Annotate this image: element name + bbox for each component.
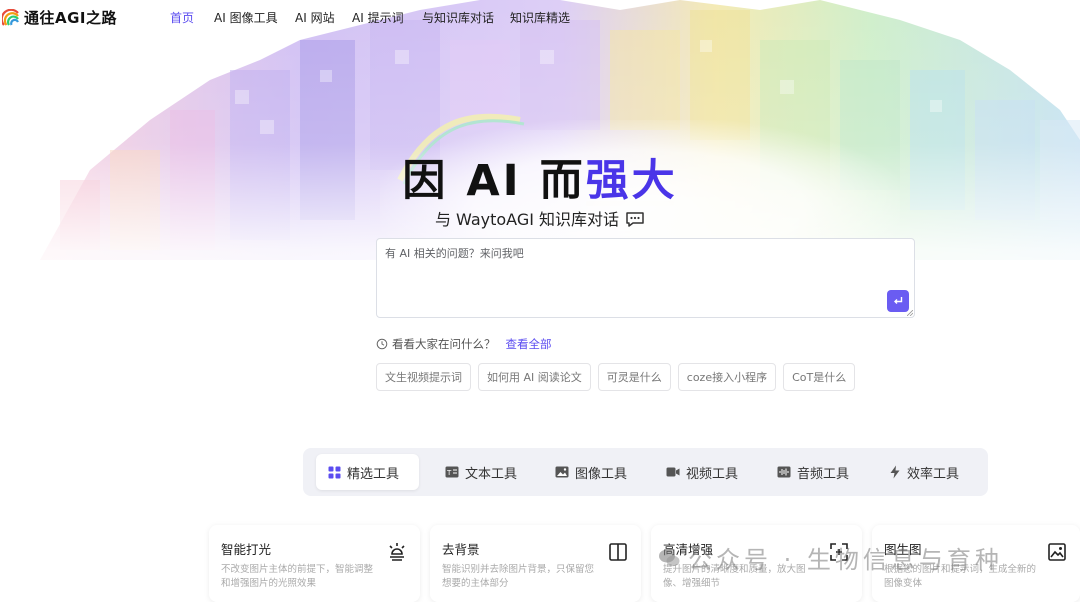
tab-label: 图像工具 [575, 466, 628, 482]
logo-text: 通往AGI之路 [24, 9, 118, 27]
suggestion-chip[interactable]: 可灵是什么 [597, 363, 671, 391]
wechat-icon [659, 549, 680, 566]
question-input[interactable] [377, 239, 914, 317]
tab-text-tools[interactable]: T 文本工具 [433, 454, 529, 490]
hero-headline: 因 AI 而强大 [0, 146, 1080, 208]
watermark: 公众号 · 生物信息与育种 [658, 540, 1003, 575]
popular-label: 看看大家在问什么？ [392, 337, 496, 351]
resize-handle-icon[interactable] [907, 310, 913, 316]
tab-audio-tools[interactable]: 音频工具 [765, 454, 861, 490]
suggestion-chip[interactable]: 文生视频提示词 [376, 363, 471, 391]
split-icon [609, 543, 627, 561]
rainbow-icon [2, 8, 19, 26]
lamp-icon [389, 543, 405, 561]
text-icon: T [445, 466, 459, 478]
headline-main: 因 AI 而 [402, 156, 586, 206]
tool-card-remove-bg[interactable]: 去背景 智能识别并去除图片背景，只保留您想要的主体部分 [430, 525, 641, 602]
tab-label: 精选工具 [347, 466, 400, 482]
video-icon [666, 467, 680, 477]
tab-video-tools[interactable]: 视频工具 [654, 454, 750, 490]
history-clock-icon [376, 338, 388, 350]
question-box [376, 238, 915, 318]
headline-accent: 强大 [585, 146, 678, 208]
card-title: 智能打光 [221, 542, 272, 557]
nav-item-kb-picks[interactable]: 知识库精选 [510, 9, 570, 26]
chat-bubble-icon [626, 212, 644, 227]
tab-featured-tools[interactable]: 精选工具 [316, 454, 419, 490]
card-title: 去背景 [442, 542, 480, 557]
nav-item-ai-sites[interactable]: AI 网站 [295, 9, 335, 26]
logo[interactable]: 通往AGI之路 [2, 7, 117, 28]
tool-tabs: 精选工具 T 文本工具 图像工具 视频工具 音频工具 效率工具 [303, 448, 988, 496]
nav-item-ai-prompts[interactable]: AI 提示词 [352, 9, 404, 26]
svg-text:T: T [446, 469, 452, 477]
audio-icon [777, 466, 791, 478]
subline-text: 与 WaytoAGI 知识库对话 [434, 210, 620, 229]
lightning-icon [890, 465, 900, 479]
grid-icon [328, 466, 341, 478]
watermark-text: 公众号 · 生物信息与育种 [688, 546, 1003, 574]
nav-item-home[interactable]: 首页 [170, 9, 194, 26]
nav-item-ai-image-tools[interactable]: AI 图像工具 [214, 9, 278, 26]
tool-card-smart-lighting[interactable]: 智能打光 不改变图片主体的前提下，智能调整和增强图片的光照效果 [209, 525, 420, 602]
view-all-link[interactable]: 查看全部 [506, 336, 552, 352]
card-desc: 不改变图片主体的前提下，智能调整和增强图片的光照效果 [221, 564, 374, 589]
tab-label: 文本工具 [465, 466, 518, 482]
enter-icon [894, 297, 903, 304]
popular-questions-row: 看看大家在问什么？ 查看全部 [376, 336, 552, 352]
nav-item-kb-chat[interactable]: 与知识库对话 [422, 9, 494, 26]
tab-label: 音频工具 [797, 466, 850, 482]
tab-image-tools[interactable]: 图像工具 [543, 454, 639, 490]
card-desc: 智能识别并去除图片背景，只保留您想要的主体部分 [442, 564, 595, 589]
image-icon [555, 466, 569, 478]
suggestion-chip[interactable]: CoT是什么 [783, 363, 856, 391]
tab-efficiency-tools[interactable]: 效率工具 [877, 454, 971, 490]
top-nav: 通往AGI之路 首页 AI 图像工具 AI 网站 AI 提示词 与知识库对话 知… [0, 0, 1080, 34]
tab-label: 视频工具 [686, 466, 739, 482]
suggestion-chip[interactable]: coze接入小程序 [677, 363, 777, 391]
tab-label: 效率工具 [907, 466, 960, 482]
send-button[interactable] [887, 290, 909, 312]
hero-subline: 与 WaytoAGI 知识库对话 [0, 206, 1080, 230]
suggestion-chip[interactable]: 如何用 AI 阅读论文 [478, 363, 591, 391]
picture-icon [1048, 543, 1066, 561]
suggestion-chips: 文生视频提示词 如何用 AI 阅读论文 可灵是什么 coze接入小程序 CoT是… [376, 363, 856, 391]
